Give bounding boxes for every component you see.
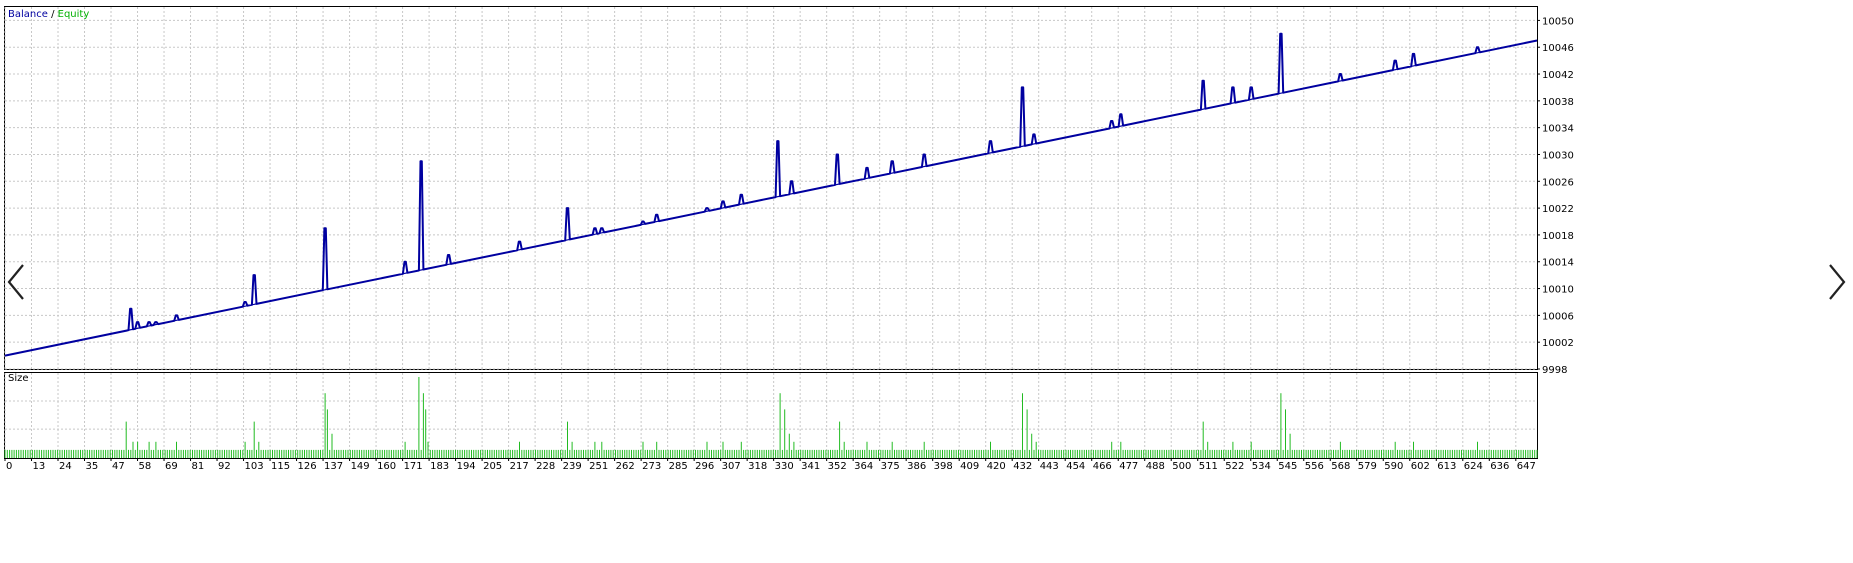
y-tick-label: 10014 — [1542, 258, 1574, 269]
x-tick-label: 602 — [1411, 461, 1430, 472]
x-tick-label: 556 — [1305, 461, 1324, 472]
y-tick-label: 10022 — [1542, 204, 1574, 215]
x-tick-label: 307 — [722, 461, 741, 472]
x-tick-label: 217 — [510, 461, 529, 472]
x-tick-label: 647 — [1517, 461, 1536, 472]
x-tick-label: 273 — [642, 461, 661, 472]
size-panel-title: Size — [8, 373, 29, 384]
y-tick-label: 10050 — [1542, 16, 1574, 27]
x-tick-label: 194 — [457, 461, 476, 472]
x-tick-label: 205 — [483, 461, 502, 472]
legend-separator: / — [48, 9, 58, 20]
x-tick-label: 35 — [86, 461, 99, 472]
chart-svg: 10050 10046 10042 10038 10034 10030 10026 10022… — [4, 6, 1574, 472]
x-tick-label: 636 — [1490, 461, 1509, 472]
x-tick-label: 568 — [1331, 461, 1350, 472]
y-tick-label: 10006 — [1542, 311, 1574, 322]
x-tick-label: 386 — [907, 461, 926, 472]
x-tick-label: 262 — [616, 461, 635, 472]
x-tick-label: 613 — [1437, 461, 1456, 472]
x-tick-label: 24 — [59, 461, 72, 472]
x-tick-label: 13 — [33, 461, 46, 472]
x-tick-label: 160 — [377, 461, 396, 472]
y-tick-label: 10038 — [1542, 97, 1574, 108]
x-tick-label: 500 — [1172, 461, 1191, 472]
x-tick-label: 81 — [192, 461, 205, 472]
legend: Balance / Equity — [8, 9, 89, 20]
x-tick-label: 375 — [881, 461, 900, 472]
x-tick-label: 534 — [1252, 461, 1271, 472]
y-tick-label: 9998 — [1542, 365, 1567, 376]
x-tick-label: 454 — [1066, 461, 1085, 472]
legend-equity: Equity — [58, 9, 90, 20]
x-tick-label: 590 — [1384, 461, 1403, 472]
x-tick-label: 92 — [218, 461, 231, 472]
x-tick-label: 330 — [775, 461, 794, 472]
x-tick-label: 126 — [298, 461, 317, 472]
y-tick-label: 10018 — [1542, 231, 1574, 242]
x-tick-label: 398 — [934, 461, 953, 472]
x-tick-label: 522 — [1225, 461, 1244, 472]
y-tick-label: 10010 — [1542, 285, 1574, 296]
x-tick-label: 364 — [854, 461, 873, 472]
y-tick-label: 10026 — [1542, 177, 1574, 188]
y-tick-label: 10030 — [1542, 150, 1574, 161]
x-tick-label: 58 — [139, 461, 152, 472]
x-tick-label: 183 — [430, 461, 449, 472]
x-tick-label: 579 — [1358, 461, 1377, 472]
x-tick-label: 0 — [6, 461, 12, 472]
x-tick-label: 69 — [165, 461, 178, 472]
x-tick-label: 432 — [1013, 461, 1032, 472]
x-tick-label: 171 — [404, 461, 423, 472]
x-tick-label: 47 — [112, 461, 125, 472]
x-tick-label: 511 — [1199, 461, 1218, 472]
x-tick-label: 488 — [1146, 461, 1165, 472]
x-tick-label: 545 — [1278, 461, 1297, 472]
x-axis-ticks: 0 13 24 35 47 58 69 81 92 103 115 126 137 149 160 171 18… — [4, 458, 1536, 472]
x-tick-label: 409 — [960, 461, 979, 472]
x-tick-label: 149 — [351, 461, 370, 472]
x-tick-label: 443 — [1040, 461, 1059, 472]
y-tick-label: 10034 — [1542, 124, 1574, 135]
x-tick-label: 466 — [1093, 461, 1112, 472]
x-tick-label: 251 — [589, 461, 608, 472]
size-panel-frame — [4, 372, 1538, 459]
x-tick-label: 285 — [669, 461, 688, 472]
x-tick-label: 624 — [1464, 461, 1483, 472]
x-tick-label: 137 — [324, 461, 343, 472]
y-tick-label: 10042 — [1542, 70, 1574, 81]
chevron-left-icon — [7, 264, 24, 300]
x-tick-label: 477 — [1119, 461, 1138, 472]
chevron-right-icon — [1829, 264, 1846, 300]
x-tick-label: 420 — [987, 461, 1006, 472]
y-tick-label: 10046 — [1542, 43, 1574, 54]
x-tick-label: 115 — [271, 461, 290, 472]
x-tick-label: 341 — [801, 461, 820, 472]
next-page-button[interactable] — [1825, 262, 1847, 302]
y-tick-label: 10002 — [1542, 338, 1574, 349]
x-tick-label: 352 — [828, 461, 847, 472]
x-tick-label: 296 — [695, 461, 714, 472]
y-axis-ticks: 10050 10046 10042 10038 10034 10030 10026 10022… — [1537, 16, 1574, 376]
legend-balance: Balance — [8, 9, 48, 20]
prev-page-button[interactable] — [6, 262, 28, 302]
x-tick-label: 239 — [563, 461, 582, 472]
x-tick-label: 103 — [245, 461, 264, 472]
chart-root: 10050 10046 10042 10038 10034 10030 10026 10022… — [0, 0, 1853, 559]
x-tick-label: 228 — [536, 461, 555, 472]
x-tick-label: 318 — [748, 461, 767, 472]
